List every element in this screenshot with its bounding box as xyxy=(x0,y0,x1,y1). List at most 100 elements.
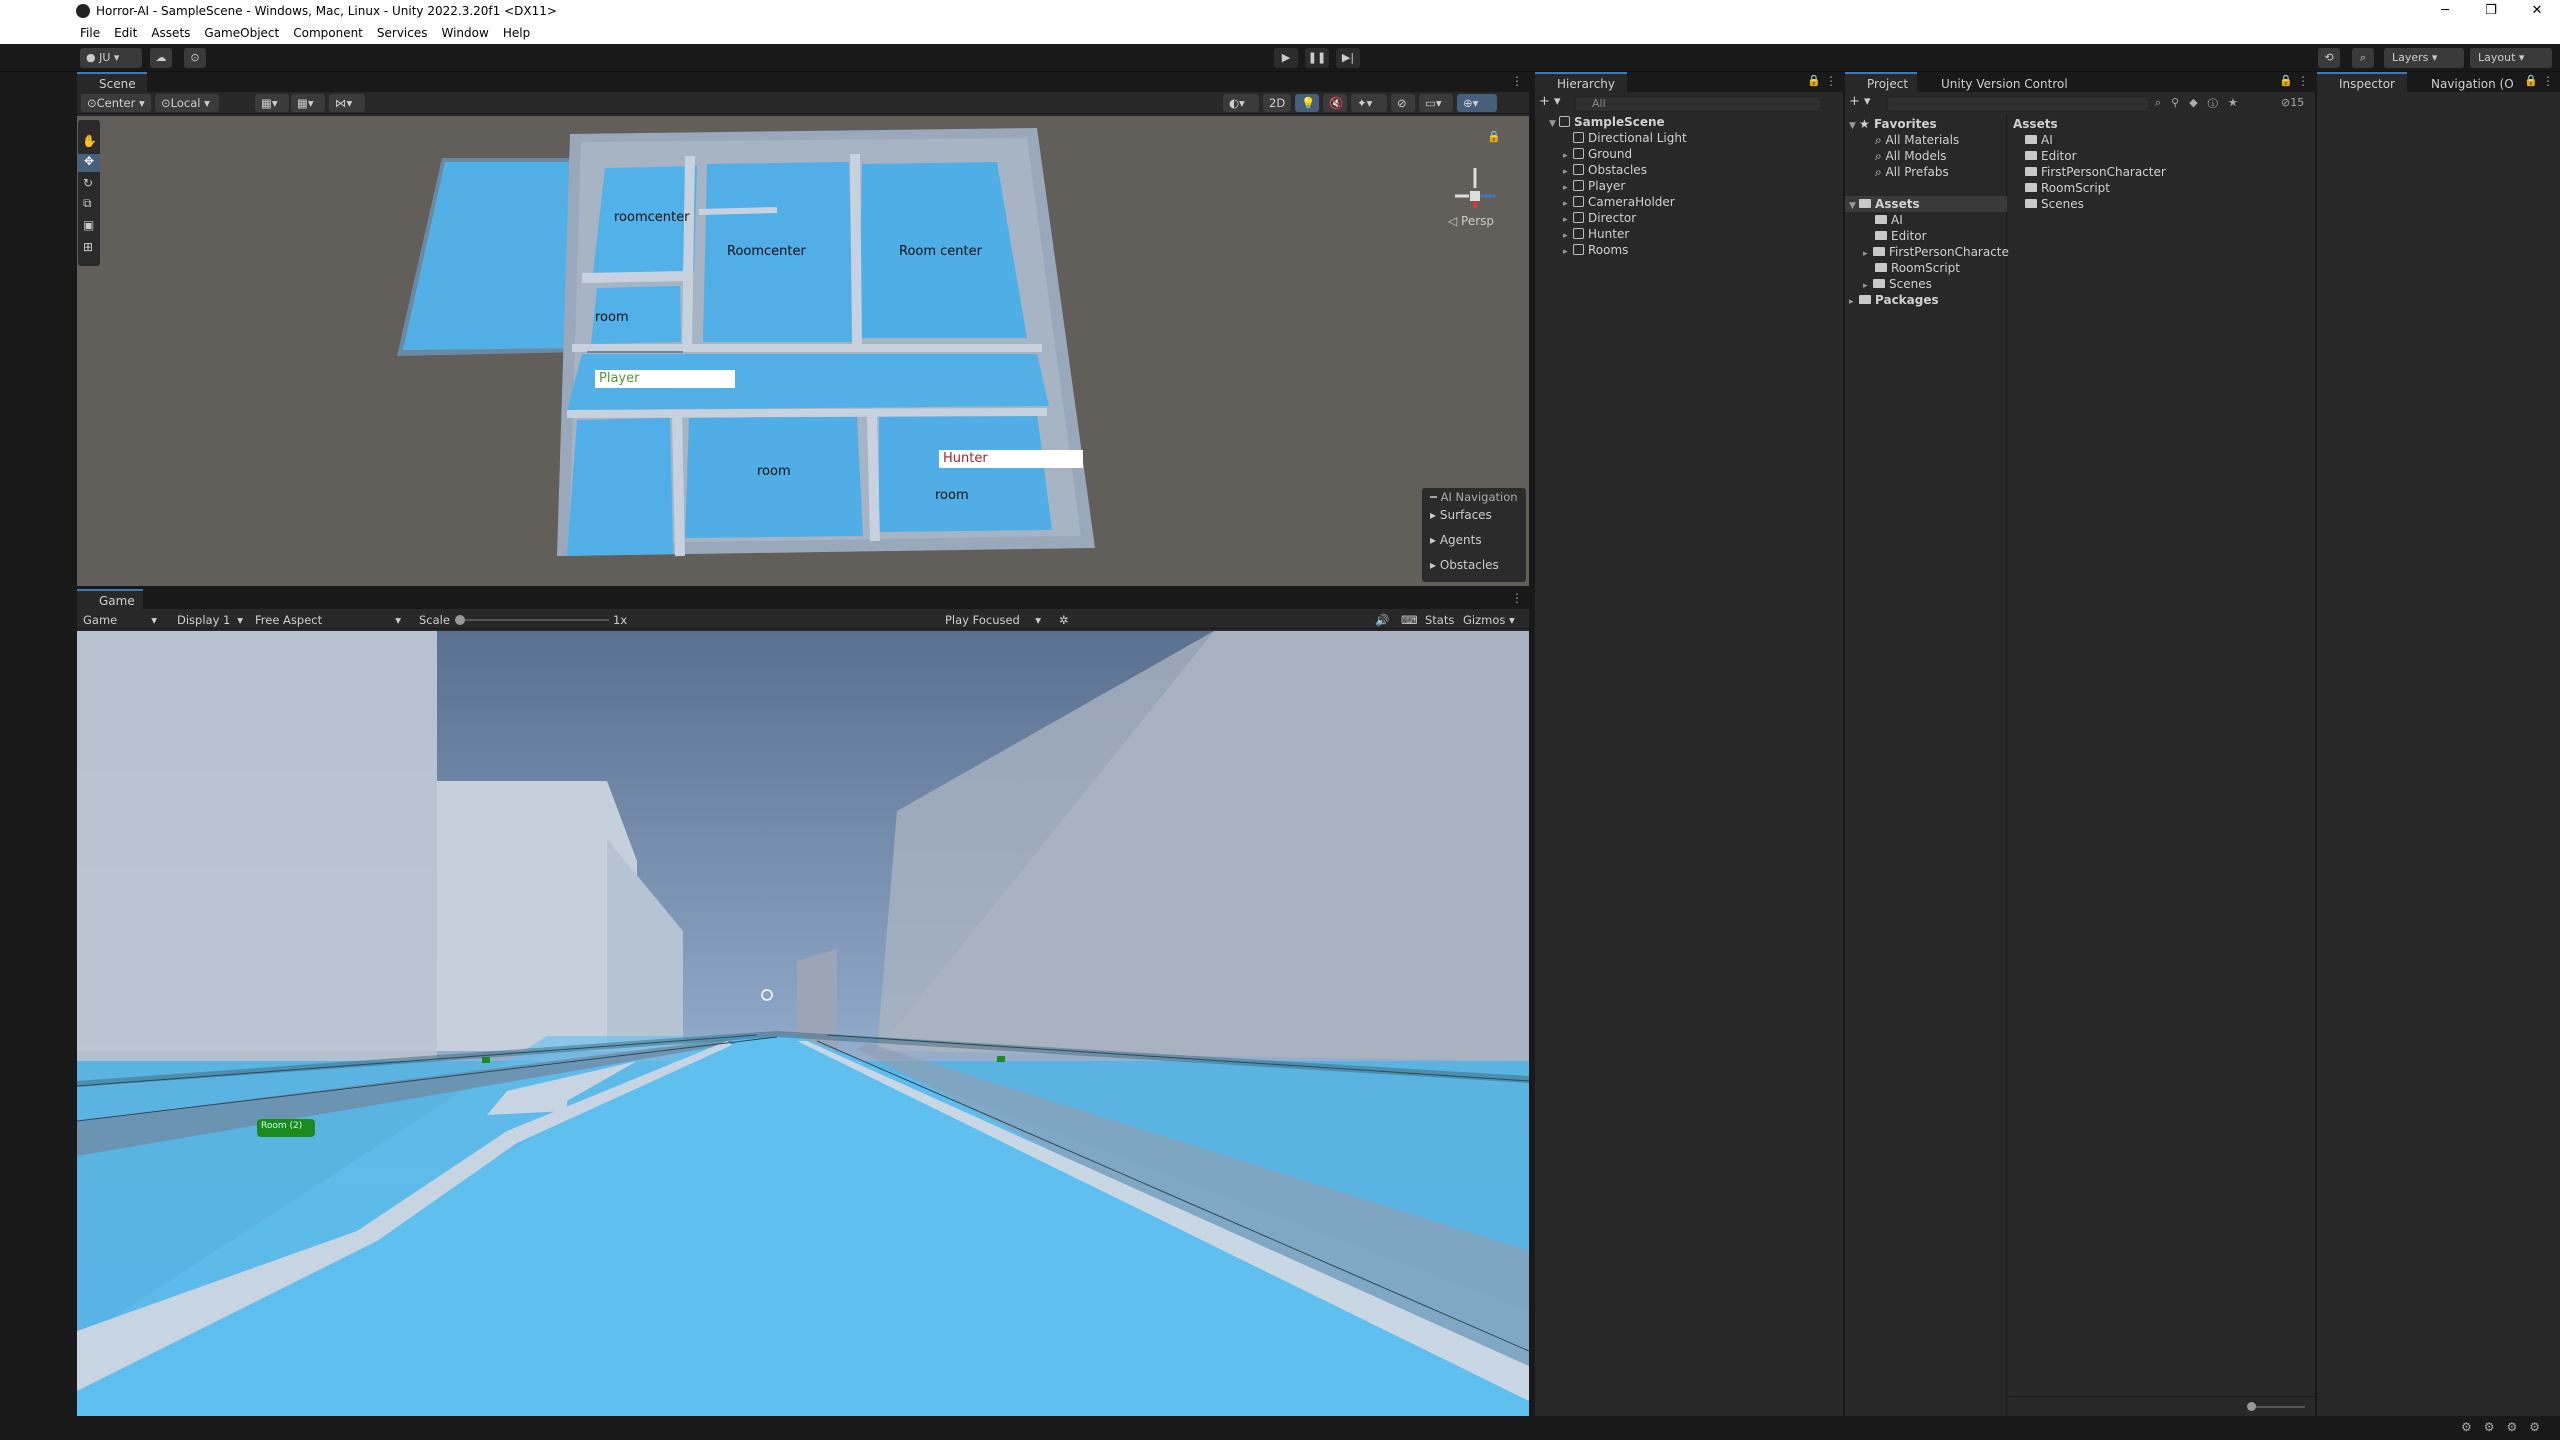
hierarchy-item[interactable]: ▸ Rooms xyxy=(1563,242,1628,258)
close-button[interactable]: ✕ xyxy=(2514,0,2560,22)
restore-button[interactable]: ❐ xyxy=(2468,0,2514,22)
hierarchy-item[interactable]: ▸ Hunter xyxy=(1563,226,1629,242)
debug-icon[interactable]: ✲ xyxy=(1053,611,1075,629)
camera-icon[interactable]: ▭▾ xyxy=(1419,94,1453,112)
tab-inspector[interactable]: Inspector xyxy=(2317,72,2407,92)
asset-folder[interactable]: Editor xyxy=(1875,228,1927,244)
transform-tool-icon[interactable]: ⊞ xyxy=(83,240,93,254)
space-dropdown[interactable]: ⊙Local ▾ xyxy=(155,94,219,112)
draw-mode-icon[interactable]: ◐▾ xyxy=(1223,94,1259,112)
history-icon[interactable]: ⟲ xyxy=(2318,48,2340,68)
project-search-input[interactable] xyxy=(1887,96,2149,112)
cloud-icon[interactable]: ☁ xyxy=(150,48,172,68)
menu-gameobject[interactable]: GameObject xyxy=(204,26,279,40)
play-button[interactable]: ▶ xyxy=(1274,48,1298,68)
label-player[interactable]: Player xyxy=(595,370,735,388)
hierarchy-lock-icon[interactable]: 🔒 xyxy=(1807,74,1821,87)
grid-snap-icon[interactable]: ▦▾ xyxy=(255,94,289,112)
persp-label[interactable]: ◁ Persp xyxy=(1448,214,1494,228)
collab-icon[interactable]: ⊙ xyxy=(184,48,206,68)
asset-folder[interactable]: RoomScript xyxy=(1875,260,1960,276)
menu-component[interactable]: Component xyxy=(293,26,363,40)
hierarchy-item[interactable]: Directional Light xyxy=(1573,130,1687,146)
icon-size-slider-handle[interactable] xyxy=(2247,1402,2256,1411)
hierarchy-item[interactable]: ▸ CameraHolder xyxy=(1563,194,1675,210)
tab-scene[interactable]: Scene xyxy=(77,72,147,92)
overlay-item-obstacles[interactable]: ▸ Obstacles xyxy=(1430,558,1499,572)
scene-root[interactable]: ▼ SampleScene xyxy=(1549,114,1665,130)
game-more-menu-icon[interactable]: ⋮ xyxy=(1511,591,1523,605)
lock-icon[interactable]: 🔒 xyxy=(1487,130,1501,143)
stats-button[interactable]: Stats xyxy=(1419,611,1460,629)
display-dropdown[interactable]: Display 1 ▾ xyxy=(171,611,249,629)
hierarchy-item[interactable]: ▸ Director xyxy=(1563,210,1636,226)
snap-increment-icon[interactable]: ⋈▾ xyxy=(329,94,365,112)
aspect-dropdown[interactable]: Free Aspect ▾ xyxy=(249,611,407,629)
scene-viewport[interactable]: roomcenter Roomcenter Room center room r… xyxy=(77,116,1529,586)
favorites-root[interactable]: ▼ ★ Favorites xyxy=(1849,116,1937,132)
create-button[interactable]: + ▾ xyxy=(1539,94,1561,109)
menu-window[interactable]: Window xyxy=(442,26,489,40)
layout-dropdown[interactable]: Layout ▾ xyxy=(2470,48,2552,68)
project-create-button[interactable]: + ▾ xyxy=(1849,94,1871,109)
step-button[interactable]: ▶| xyxy=(1336,48,1360,68)
scale-tool-icon[interactable]: ⧉ xyxy=(83,196,92,211)
assets-root[interactable]: ▼ Assets xyxy=(1845,196,2007,212)
gizmos-dropdown[interactable]: Gizmos ▾ xyxy=(1457,611,1527,629)
menu-file[interactable]: File xyxy=(80,26,100,40)
rect-tool-icon[interactable]: ▣ xyxy=(83,218,94,232)
hidden-objects-icon[interactable]: ⊘ xyxy=(1391,94,1415,112)
hierarchy-item[interactable]: ▸ Player xyxy=(1563,178,1625,194)
lighting-icon[interactable]: 💡 xyxy=(1295,94,1319,112)
asset-list-item[interactable]: FirstPersonCharacter xyxy=(2025,164,2166,180)
menu-help[interactable]: Help xyxy=(503,26,530,40)
inspector-menu-icon[interactable]: ⋮ xyxy=(2542,74,2554,88)
move-tool-icon[interactable]: ✥ xyxy=(78,154,100,172)
pivot-dropdown[interactable]: ⊙Center ▾ xyxy=(81,94,151,112)
project-menu-icon[interactable]: ⋮ xyxy=(2297,74,2309,88)
mute-audio-icon[interactable]: 🔊 xyxy=(1369,611,1395,629)
favorite-item[interactable]: ⌕ All Models xyxy=(1875,148,1947,164)
game-viewport[interactable]: Room (2) xyxy=(77,631,1529,1416)
play-focused-dropdown[interactable]: Play Focused ▾ xyxy=(939,611,1047,629)
gizmos-icon[interactable]: ⊕▾ xyxy=(1457,94,1497,112)
status-icons[interactable]: ⚙⚙⚙⚙ xyxy=(2461,1420,2552,1434)
project-filter-icons[interactable]: ⌕⚲◆ⓘ★ xyxy=(2155,96,2248,110)
game-mode-dropdown[interactable]: Game ▾ xyxy=(77,611,163,629)
layers-dropdown[interactable]: Layers ▾ xyxy=(2384,48,2464,68)
asset-folder[interactable]: ▸ Scenes xyxy=(1863,276,1932,292)
more-menu-icon[interactable]: ⋮ xyxy=(1511,74,1523,88)
asset-list-item[interactable]: RoomScript xyxy=(2025,180,2110,196)
search-icon[interactable]: ⌕ xyxy=(2352,48,2374,68)
hidden-packages-badge[interactable]: ⊘15 xyxy=(2281,96,2304,109)
hierarchy-item[interactable]: ▸ Ground xyxy=(1563,146,1632,162)
toggle-2d-button[interactable]: 2D xyxy=(1263,94,1291,112)
audio-icon[interactable]: 🔇 xyxy=(1323,94,1347,112)
tab-game[interactable]: Game xyxy=(77,589,143,609)
asset-folder[interactable]: ▸ FirstPersonCharacte xyxy=(1863,244,2009,260)
menu-services[interactable]: Services xyxy=(377,26,428,40)
hierarchy-menu-icon[interactable]: ⋮ xyxy=(1825,74,1837,88)
inspector-lock-icon[interactable]: 🔒 xyxy=(2524,74,2538,87)
overlay-item-surfaces[interactable]: ▸ Surfaces xyxy=(1430,508,1492,522)
menu-edit[interactable]: Edit xyxy=(114,26,137,40)
account-dropdown[interactable]: ● JU ▾ xyxy=(80,48,142,68)
menu-assets[interactable]: Assets xyxy=(151,26,190,40)
asset-folder[interactable]: AI xyxy=(1875,212,1903,228)
tab-navigation[interactable]: Navigation (O xyxy=(2409,72,2529,92)
hierarchy-search-input[interactable]: All xyxy=(1575,96,1821,112)
rotate-tool-icon[interactable]: ↻ xyxy=(83,176,93,190)
asset-list-item[interactable]: Scenes xyxy=(2025,196,2084,212)
scale-slider[interactable] xyxy=(459,619,609,621)
hand-tool-icon[interactable]: ✋ xyxy=(82,134,97,148)
asset-list-item[interactable]: AI xyxy=(2025,132,2053,148)
scale-slider-handle[interactable] xyxy=(455,615,465,625)
overlay-item-agents[interactable]: ▸ Agents xyxy=(1430,533,1482,547)
pause-button[interactable]: ❚❚ xyxy=(1305,48,1329,68)
tab-hierarchy[interactable]: Hierarchy xyxy=(1535,72,1627,92)
effects-icon[interactable]: ✦▾ xyxy=(1351,94,1387,112)
packages-root[interactable]: ▸ Packages xyxy=(1849,292,1939,308)
tab-project[interactable]: Project xyxy=(1845,72,1917,92)
favorite-item[interactable]: ⌕ All Materials xyxy=(1875,132,1959,148)
grid-icon[interactable]: ▦▾ xyxy=(291,94,325,112)
